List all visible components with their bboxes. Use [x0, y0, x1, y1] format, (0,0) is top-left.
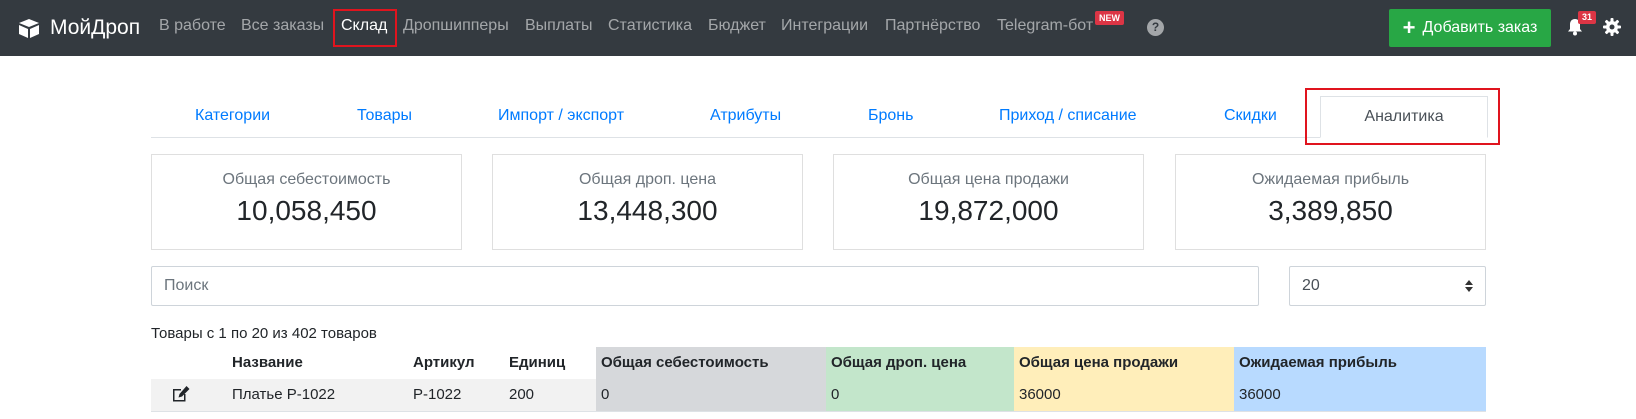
card-value: 19,872,000 — [918, 195, 1059, 226]
brand-logo[interactable]: МойДроп — [16, 14, 140, 42]
card-label: Общая цена продажи — [908, 171, 1069, 188]
cell-expected-profit: 36000 — [1234, 379, 1486, 411]
nav-item-budget[interactable]: Бюджет — [708, 17, 766, 35]
cell-total-sale-price: 36000 — [1014, 379, 1234, 411]
cell-units: 200 — [509, 386, 535, 403]
nav-item-payouts[interactable]: Выплаты — [525, 17, 593, 35]
nav-item-statistics[interactable]: Статистика — [608, 17, 692, 35]
card-value: 13,448,300 — [577, 195, 718, 226]
tab-products[interactable]: Товары — [357, 107, 412, 125]
column-header-total-cost[interactable]: Общая себестоимость — [596, 347, 826, 379]
row-divider — [151, 411, 1486, 412]
tab-reservation[interactable]: Бронь — [868, 107, 913, 125]
add-order-button[interactable]: + Добавить заказ — [1389, 9, 1551, 47]
summary-card-total-cost: Общая себестоимость 10,058,450 — [151, 154, 462, 250]
summary-card-total-drop-price: Общая дроп. цена 13,448,300 — [492, 154, 803, 250]
notification-count-badge: 31 — [1578, 11, 1597, 24]
tab-discounts[interactable]: Скидки — [1224, 107, 1277, 125]
plus-icon: + — [1402, 15, 1416, 40]
page-size-value: 20 — [1302, 277, 1320, 294]
summary-card-total-sale-price: Общая цена продажи 19,872,000 — [833, 154, 1144, 250]
nav-item-in-progress[interactable]: В работе — [159, 17, 226, 35]
page-size-select[interactable]: 20 — [1289, 266, 1486, 306]
column-header-total-sale-price[interactable]: Общая цена продажи — [1014, 347, 1234, 379]
column-header-name[interactable]: Название — [227, 347, 303, 379]
brand-name: МойДроп — [50, 16, 141, 39]
column-header-units[interactable]: Единиц — [504, 347, 565, 379]
cell-sku: P-1022 — [413, 386, 462, 403]
summary-card-expected-profit: Ожидаемая прибыль 3,389,850 — [1175, 154, 1486, 250]
cell-total-drop-price: 0 — [826, 379, 1014, 411]
nav-item-partnership[interactable]: Партнёрство — [885, 17, 980, 35]
card-label: Общая себестоимость — [222, 171, 391, 188]
edit-icon[interactable] — [171, 385, 191, 403]
tab-import-export[interactable]: Импорт / экспорт — [498, 107, 624, 125]
nav-item-telegram-bot[interactable]: Telegram-бот — [997, 17, 1093, 35]
sort-arrows-icon — [1465, 280, 1473, 292]
tab-attributes[interactable]: Атрибуты — [710, 107, 781, 125]
column-header-total-drop-price[interactable]: Общая дроп. цена — [826, 347, 1014, 379]
card-label: Общая дроп. цена — [578, 171, 717, 188]
cell-total-cost: 0 — [596, 379, 826, 411]
box-icon — [19, 19, 39, 38]
new-badge: NEW — [1095, 11, 1124, 25]
top-navbar: МойДроп В работе Все заказы Склад Дропши… — [0, 0, 1636, 56]
gear-icon[interactable] — [1603, 18, 1621, 36]
nav-item-all-orders[interactable]: Все заказы — [241, 17, 324, 35]
tab-analytics-highlight — [1305, 88, 1500, 145]
add-order-label: Добавить заказ — [1422, 19, 1538, 36]
card-value: 10,058,450 — [236, 195, 377, 226]
tab-categories[interactable]: Категории — [195, 107, 270, 125]
question-circle-icon[interactable]: ? — [1147, 19, 1164, 36]
card-label: Ожидаемая прибыль — [1251, 171, 1410, 188]
nav-item-warehouse-highlight — [333, 9, 397, 47]
column-header-sku[interactable]: Артикул — [408, 347, 475, 379]
nav-item-integrations[interactable]: Интеграции — [781, 17, 868, 35]
cell-product-name: Платье P-1022 — [232, 386, 336, 403]
nav-item-dropshippers[interactable]: Дропшипперы — [403, 17, 509, 35]
pagination-info: Товары с 1 по 20 из 402 товаров — [151, 325, 377, 342]
search-input[interactable] — [151, 266, 1259, 306]
tabs-divider — [151, 137, 1486, 138]
column-header-expected-profit[interactable]: Ожидаемая прибыль — [1234, 347, 1486, 379]
card-value: 3,389,850 — [1268, 195, 1393, 226]
tab-income-writeoff[interactable]: Приход / списание — [999, 107, 1137, 125]
